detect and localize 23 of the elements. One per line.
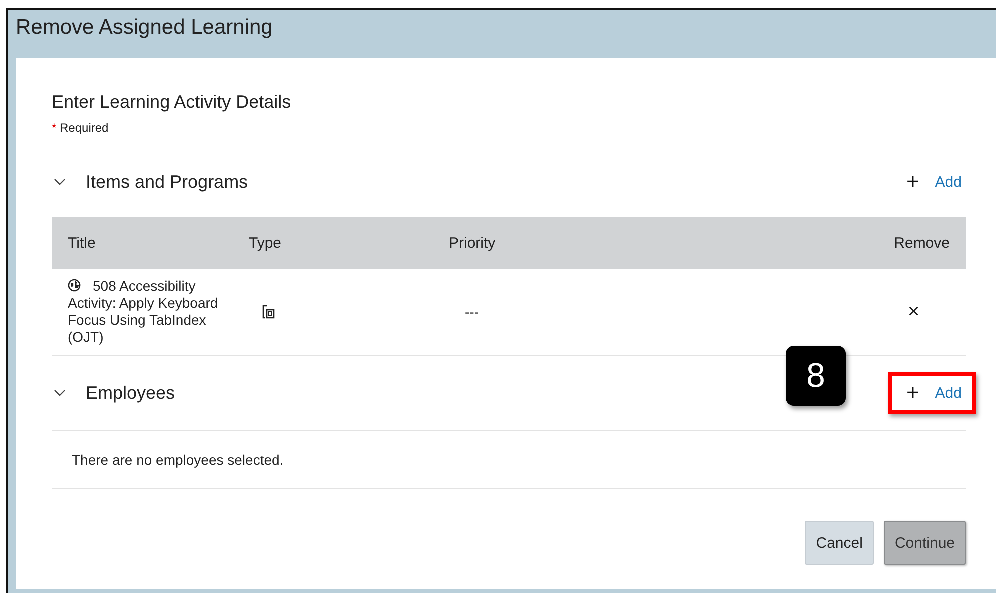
window-title: Remove Assigned Learning: [16, 16, 273, 40]
required-note: * Required: [52, 121, 109, 135]
globe-icon: [68, 279, 81, 292]
chevron-icon[interactable]: [54, 389, 66, 397]
section-title: Employees: [86, 382, 176, 404]
plus-icon: +: [906, 171, 920, 193]
document-copy-icon: [262, 304, 276, 320]
step-callout: 8: [786, 346, 846, 406]
plus-icon: +: [906, 382, 920, 404]
chevron-icon[interactable]: [54, 178, 66, 186]
cancel-button[interactable]: Cancel: [805, 521, 874, 565]
empty-message: There are no employees selected.: [72, 452, 284, 468]
remove-icon[interactable]: ×: [908, 300, 920, 324]
form-heading: Enter Learning Activity Details: [52, 92, 292, 113]
item-title[interactable]: 508 Accessibility Activity: Apply Keyboard Focus Using TabIndex (OJT): [68, 278, 238, 346]
priority-value: ---: [465, 304, 479, 320]
section-title: Items and Programs: [86, 172, 248, 192]
add-button[interactable]: + Add: [888, 372, 976, 414]
column-header: Title: [68, 234, 96, 252]
column-header: Priority: [449, 234, 496, 252]
column-header: Type: [249, 234, 282, 252]
column-header: Remove: [894, 234, 950, 252]
add-button[interactable]: + Add: [888, 161, 976, 203]
